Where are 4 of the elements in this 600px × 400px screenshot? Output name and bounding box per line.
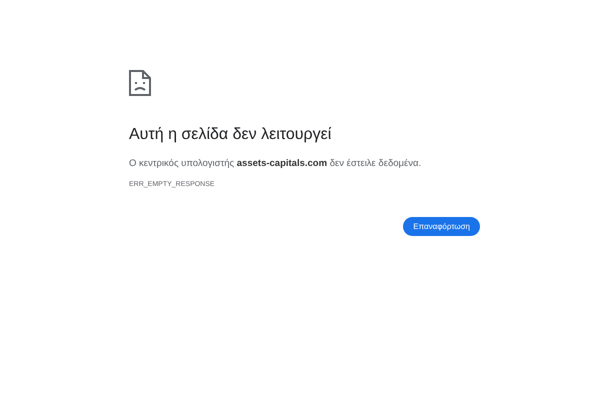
error-title: Αυτή η σελίδα δεν λειτουργεί: [129, 126, 332, 144]
error-message: Ο κεντρικός υπολογιστής assets-capitals.com δεν έστειλε δεδομένα.: [129, 158, 422, 169]
reload-button[interactable]: Επαναφόρτωση: [403, 217, 480, 236]
broken-page-icon: [129, 70, 151, 96]
